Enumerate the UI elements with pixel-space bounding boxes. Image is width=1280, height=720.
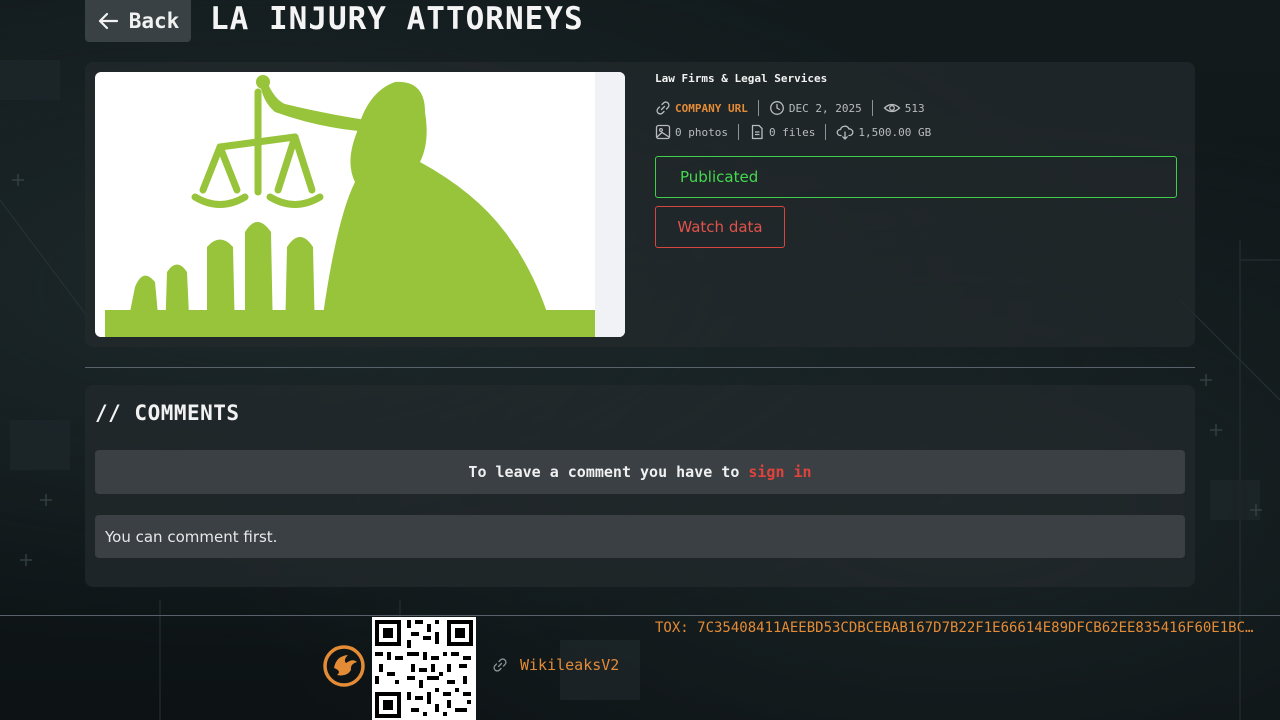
phoenix-logo-icon bbox=[323, 645, 365, 687]
post-views: 513 bbox=[871, 100, 935, 116]
status-badge: Publicated bbox=[655, 156, 1177, 198]
post-card: Law Firms & Legal Services COMPANY URL D… bbox=[85, 62, 1195, 347]
post-size: 1,500.00 GB bbox=[825, 124, 941, 140]
page-title: LA INJURY ATTORNEYS bbox=[210, 1, 584, 37]
wikileaks-link[interactable]: WikileaksV2 bbox=[492, 656, 619, 674]
meta-row-secondary: 0 photos 0 files 1,500.00 GB bbox=[655, 122, 1177, 142]
link-icon bbox=[493, 658, 507, 672]
watch-data-button[interactable]: Watch data bbox=[655, 206, 785, 248]
size-value: 1,500.00 GB bbox=[858, 125, 932, 139]
post-files: 0 files bbox=[737, 124, 825, 140]
post-date: DEC 2, 2025 bbox=[757, 100, 872, 116]
post-image bbox=[95, 72, 625, 337]
company-url[interactable]: COMPANY URL bbox=[655, 100, 758, 116]
comments-section: // COMMENTS To leave a comment you have … bbox=[85, 385, 1195, 587]
footer: WikileaksV2 TOX: 7C35408411AEEBD53CDBCEB… bbox=[0, 615, 1280, 720]
photos-value: 0 photos bbox=[675, 125, 728, 139]
qr-code-image bbox=[372, 617, 476, 720]
section-divider bbox=[85, 367, 1195, 368]
link-icon bbox=[656, 101, 670, 115]
signin-prompt-text: To leave a comment you have to bbox=[468, 463, 740, 481]
company-url-link[interactable]: COMPANY URL bbox=[675, 102, 748, 115]
arrow-left-icon bbox=[98, 12, 118, 30]
category-label: Law Firms & Legal Services bbox=[655, 72, 828, 85]
justice-scales-logo-image bbox=[105, 75, 595, 337]
image-icon bbox=[655, 124, 671, 140]
back-button[interactable]: Back bbox=[85, 0, 191, 42]
comments-title: // COMMENTS bbox=[95, 401, 240, 425]
date-value: DEC 2, 2025 bbox=[788, 101, 862, 115]
post-info: Law Firms & Legal Services COMPANY URL D… bbox=[655, 72, 1177, 248]
views-value: 513 bbox=[904, 101, 925, 115]
back-label: Back bbox=[128, 9, 180, 33]
file-icon bbox=[751, 124, 763, 140]
signin-link[interactable]: sign in bbox=[748, 463, 811, 481]
meta-row-primary: COMPANY URL DEC 2, 2025 513 bbox=[655, 98, 1177, 118]
signin-prompt: To leave a comment you have to sign in bbox=[95, 450, 1185, 494]
cloud-download-icon bbox=[836, 125, 854, 140]
files-value: 0 files bbox=[768, 125, 816, 139]
eye-icon bbox=[883, 103, 901, 113]
empty-comments-message: You can comment first. bbox=[95, 515, 1185, 558]
wikileaks-link-label[interactable]: WikileaksV2 bbox=[520, 656, 619, 674]
clock-icon bbox=[769, 101, 784, 115]
post-photos: 0 photos bbox=[655, 124, 738, 140]
tox-id: TOX: 7C35408411AEEBD53CDBCEBAB167D7B22F1… bbox=[655, 620, 1254, 636]
